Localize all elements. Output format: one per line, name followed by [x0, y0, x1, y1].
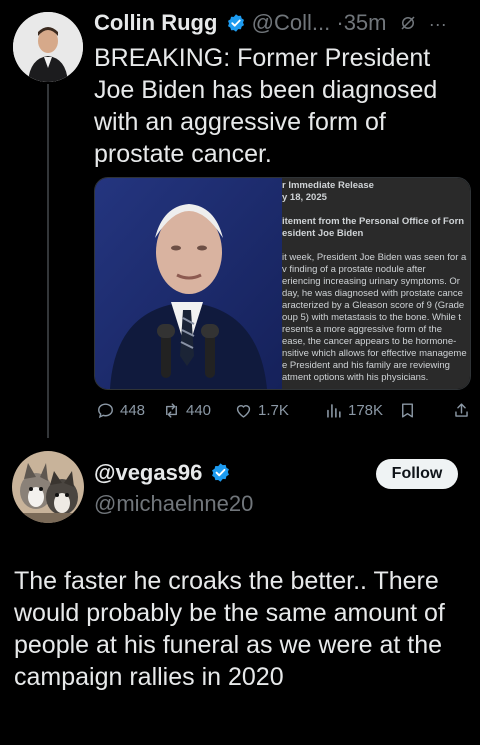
views-count: 178K: [348, 402, 384, 419]
views-button[interactable]: 178K: [324, 401, 383, 420]
tweet-text: BREAKING: Former President Joe Biden has…: [94, 44, 438, 168]
author-name[interactable]: Collin Rugg: [94, 10, 217, 35]
repost-button[interactable]: 440: [162, 401, 211, 420]
doc-line: oup 5) with metastasis to the bone. Whil…: [282, 312, 462, 323]
heart-icon: [236, 405, 251, 418]
doc-line: esident Joe Biden: [282, 228, 364, 239]
doc-line: day, he was diagnosed with prostate canc…: [282, 288, 463, 299]
doc-line: [282, 204, 470, 216]
doc-line: atment options with his physicians.: [282, 372, 429, 383]
doc-line: it week, President Joe Biden was seen fo…: [282, 252, 467, 263]
repost-icon: [166, 403, 177, 418]
reply-count: 448: [120, 402, 146, 419]
author-handle[interactable]: @Coll...: [252, 10, 331, 35]
doc-line: e President and his family are reviewing: [282, 360, 450, 371]
thread-line: [47, 84, 49, 438]
share-icon: [455, 403, 468, 417]
views-icon: [327, 404, 341, 418]
doc-line: aracterized by a Gleason score of 9 (Gra…: [282, 300, 465, 311]
bookmark-icon: [402, 403, 413, 418]
reply-author-name-row: @vegas96: [94, 458, 231, 488]
reply-author-name[interactable]: @vegas96: [94, 460, 202, 485]
tweet-header: Collin Rugg @Coll... ·35m ···: [94, 8, 474, 38]
verified-badge-icon: [212, 463, 230, 482]
reply-author-handle[interactable]: @michaelnne20: [94, 490, 253, 518]
bookmark-button[interactable]: [398, 401, 417, 420]
like-button[interactable]: 1.7K: [234, 401, 289, 420]
share-button[interactable]: [452, 401, 471, 420]
reply-text: The faster he croaks the better.. There …: [14, 567, 445, 691]
doc-line: y 18, 2025: [282, 192, 327, 203]
reply-author-avatar[interactable]: [12, 451, 84, 523]
tweet-action-bar: 448 440 1.7K 178K: [96, 401, 474, 427]
author-avatar[interactable]: [13, 12, 83, 82]
doc-line: ease, the cancer appears to be hormone-: [282, 336, 457, 347]
doc-line: v finding of a prostate nodule after: [282, 264, 426, 275]
grok-icon[interactable]: [399, 14, 417, 32]
reply-icon: [98, 403, 113, 419]
repost-count: 440: [186, 402, 212, 419]
tweet-media[interactable]: r Immediate Release y 18, 2025 itement f…: [94, 177, 471, 390]
like-count: 1.7K: [258, 402, 289, 419]
doc-line: [282, 240, 470, 252]
tweet-time[interactable]: ·35m: [336, 10, 386, 35]
doc-line: eriencing increasing urinary symptoms. O…: [282, 276, 460, 287]
doc-line: itement from the Personal Office of Forn: [282, 216, 465, 227]
doc-line: r Immediate Release: [282, 180, 374, 191]
more-options-icon[interactable]: ···: [429, 14, 447, 34]
biden-photo[interactable]: [95, 178, 282, 389]
follow-button[interactable]: Follow: [376, 459, 458, 489]
statement-document[interactable]: r Immediate Release y 18, 2025 itement f…: [282, 178, 470, 389]
verified-badge-icon: [227, 14, 244, 32]
doc-line: nsitive which allows for effective manag…: [282, 348, 467, 359]
reply-button[interactable]: 448: [96, 401, 145, 420]
doc-line: resents a more aggressive form of the: [282, 324, 442, 335]
